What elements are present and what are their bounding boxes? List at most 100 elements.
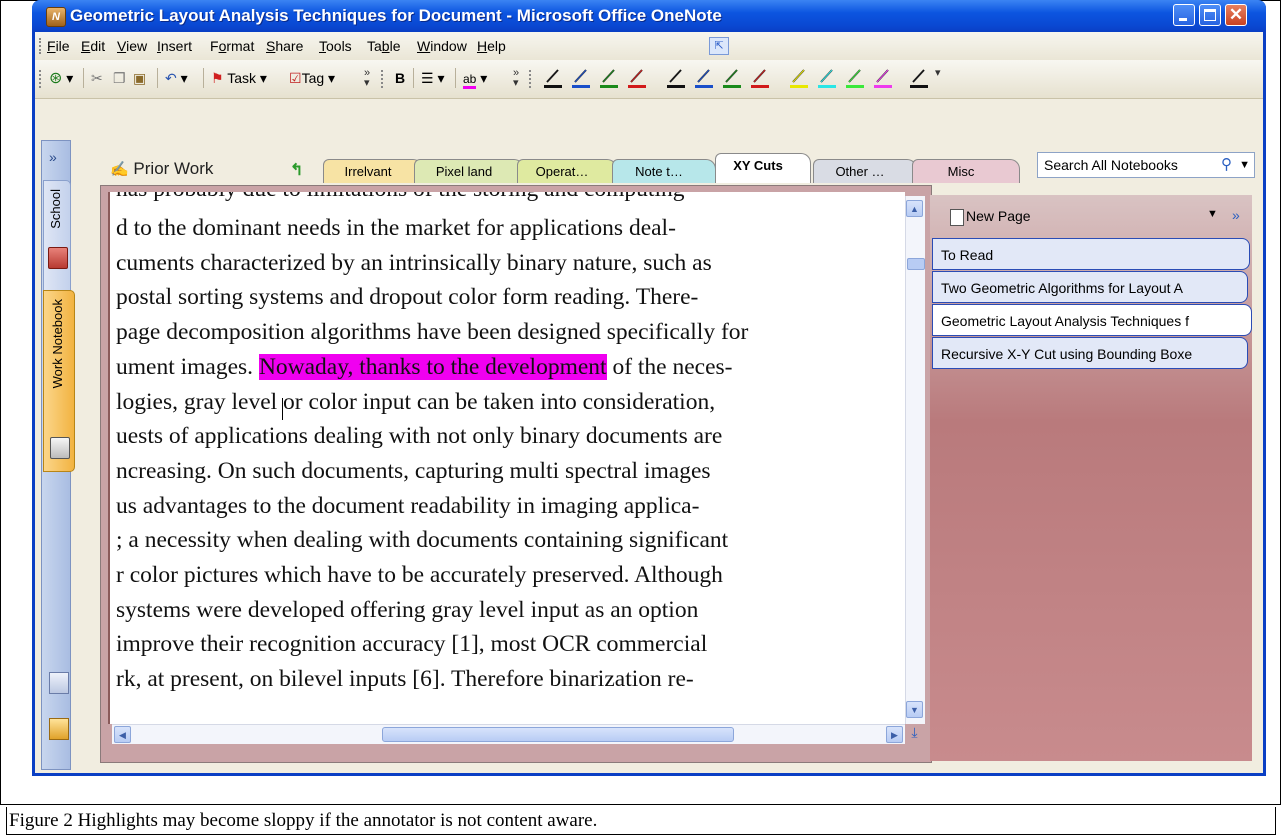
bold-button[interactable]: B <box>395 68 405 88</box>
scroll-right-button[interactable]: ▶ <box>886 726 903 743</box>
back-icon: ⊛ <box>49 70 63 87</box>
flag-icon: ⚑ <box>211 70 224 86</box>
pen-icon[interactable] <box>543 66 563 90</box>
new-notebook-icon[interactable] <box>49 718 69 740</box>
horizontal-scrollbar[interactable]: ◀ ▶ <box>112 724 905 744</box>
pen-icon[interactable] <box>571 66 591 90</box>
cut-button[interactable]: ✂ <box>91 68 103 88</box>
vertical-scrollbar[interactable]: ▲ ▼ <box>905 196 925 724</box>
pen-icon[interactable] <box>627 66 647 90</box>
toolbar-overflow-icon[interactable]: ▾ <box>935 68 941 79</box>
line-text: improve their recognition accuracy [1], … <box>116 631 708 658</box>
unfiled-notes-icon[interactable] <box>49 672 69 694</box>
toolbar-grip[interactable] <box>39 70 44 88</box>
line-text: us advantages to the document readabilit… <box>116 492 700 519</box>
collapse-page-tabs-icon[interactable]: » <box>1232 207 1240 223</box>
section-tab[interactable]: Irrelvant <box>323 159 423 183</box>
pen-icon[interactable] <box>845 66 865 90</box>
task-label: Task <box>227 70 256 86</box>
page-tab[interactable]: Recursive X-Y Cut using Bounding Boxe <box>932 337 1248 369</box>
new-page-button[interactable]: New Page ▼ » <box>930 205 1250 229</box>
bullets-icon: ☰ <box>421 70 434 86</box>
pen-icon[interactable] <box>909 66 929 90</box>
menu-label-part: ools <box>326 38 352 54</box>
new-page-dropdown-icon[interactable]: ▼ <box>1207 208 1218 220</box>
toolbar: ⊛ ▾ ✂ ❐ ▣ ↶ ▾ ⚑ Task ▾ ☑Tag ▾ » ▾ B ☰ ▾ a… <box>35 60 1263 99</box>
scroll-up-button[interactable]: ▲ <box>906 200 923 217</box>
minimize-button[interactable] <box>1173 4 1195 26</box>
tag-button[interactable]: ☑Tag ▾ <box>289 68 335 88</box>
toolbar-grip[interactable] <box>529 70 534 88</box>
section-group-title[interactable]: ✍ Prior Work <box>110 159 213 179</box>
section-tab[interactable]: Operat… <box>517 159 617 183</box>
pen-icon[interactable] <box>694 66 714 90</box>
search-scope-dropdown-icon[interactable]: ▼ <box>1239 153 1250 177</box>
copy-button[interactable]: ❐ <box>113 68 126 88</box>
menu-label-part: hare <box>275 38 304 54</box>
pen-icon[interactable] <box>750 66 770 90</box>
page-tab[interactable]: Two Geometric Algorithms for Layout A <box>932 271 1248 303</box>
menu-label-part: dit <box>90 38 106 54</box>
section-tab[interactable]: Note t… <box>612 159 716 183</box>
menu-item[interactable]: Insert <box>157 38 192 54</box>
pen-icon[interactable] <box>722 66 742 90</box>
pen-icon[interactable] <box>599 66 619 90</box>
task-button[interactable]: ⚑ Task ▾ <box>211 68 267 88</box>
search-box[interactable]: Search All Notebooks ⚲ ▼ <box>1037 152 1255 178</box>
page-tab[interactable]: Geometric Layout Analysis Techniques f <box>932 304 1252 336</box>
section-tab[interactable]: Pixel land <box>414 159 524 183</box>
menu-item[interactable]: Edit <box>81 38 105 54</box>
document-line: logies, gray level or color input can be… <box>116 389 715 416</box>
notebook-tab-work-notebook[interactable]: Work Notebook <box>43 290 75 472</box>
toolbar-grip[interactable] <box>381 70 386 88</box>
pen-icon[interactable] <box>873 66 893 90</box>
scroll-left-button[interactable]: ◀ <box>114 726 131 743</box>
page-tab[interactable]: To Read <box>932 238 1250 270</box>
pen-icon[interactable] <box>817 66 837 90</box>
close-button[interactable]: ✕ <box>1225 4 1247 26</box>
onenote-icon[interactable]: N <box>46 7 66 27</box>
search-icon[interactable]: ⚲ <box>1221 153 1232 177</box>
document-line: us advantages to the document readabilit… <box>116 493 699 520</box>
menu-item[interactable]: File <box>47 38 70 54</box>
vertical-scroll-thumb[interactable] <box>907 258 925 270</box>
document-line: ument images. Nowaday, thanks to the dev… <box>116 353 733 381</box>
toolbar-separator <box>413 68 414 88</box>
menu-item[interactable]: Format <box>210 38 254 54</box>
line-text: logies, gray level or color input can be… <box>116 388 716 415</box>
horizontal-scroll-thumb[interactable] <box>382 727 734 742</box>
scroll-down-button[interactable]: ▼ <box>906 701 923 718</box>
back-button[interactable]: ⊛ ▾ <box>49 68 73 88</box>
line-text: r color pictures which have to be accura… <box>116 562 723 588</box>
toolbar-separator <box>203 68 204 88</box>
toolbar-overflow-icon[interactable]: » ▾ <box>513 68 519 89</box>
navigate-up-icon[interactable]: ↰ <box>290 160 303 180</box>
pen-icon[interactable] <box>666 66 686 90</box>
menu-accelerator: E <box>81 38 91 54</box>
expand-navigation-button[interactable]: » <box>49 149 57 165</box>
maximize-button[interactable] <box>1199 4 1221 26</box>
bullets-button[interactable]: ☰ ▾ <box>421 68 444 88</box>
section-tab[interactable]: Other … <box>813 159 917 183</box>
menu-item[interactable]: View <box>117 38 147 54</box>
toolbar-overflow-icon[interactable]: » ▾ <box>364 68 370 89</box>
pen-icon[interactable] <box>789 66 809 90</box>
paste-button[interactable]: ▣ <box>133 68 146 88</box>
menu-accelerator: b <box>381 38 390 54</box>
section-tab[interactable]: XY Cuts <box>715 153 811 183</box>
menu-accelerator: T <box>319 38 326 54</box>
full-page-view-icon[interactable]: ⇱ <box>709 37 729 55</box>
menu-item[interactable]: Window <box>417 38 467 54</box>
section-tab[interactable]: Misc <box>912 159 1020 183</box>
menu-item[interactable]: Tools <box>319 38 352 54</box>
highlight-button[interactable]: ab ▾ <box>463 68 487 89</box>
insert-page-space-icon[interactable]: ⤓ <box>905 724 924 744</box>
menubar-grip[interactable] <box>39 38 44 54</box>
undo-button[interactable]: ↶ ▾ <box>165 68 188 88</box>
menu-item[interactable]: Share <box>266 38 303 54</box>
menu-item[interactable]: Table <box>367 38 401 54</box>
menu-item[interactable]: Help <box>477 38 506 54</box>
note-canvas[interactable]: has probably due to limitations of the s… <box>108 192 905 724</box>
menu-label-part: nsert <box>160 38 193 54</box>
checkbox-icon: ☑ <box>289 70 302 86</box>
